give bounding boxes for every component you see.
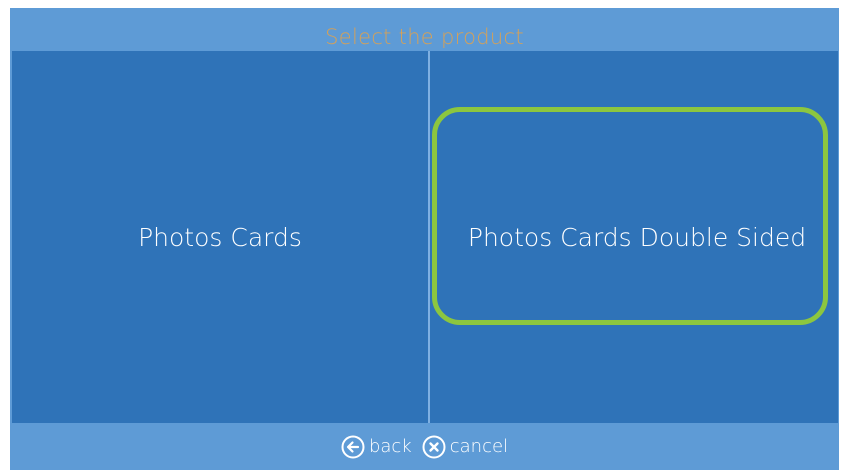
header: Select the product: [10, 8, 839, 51]
cancel-button[interactable]: cancel: [422, 435, 508, 459]
product-tile-photos-cards[interactable]: Photos Cards: [12, 51, 430, 423]
back-button[interactable]: back: [341, 435, 412, 459]
back-arrow-icon: [341, 435, 365, 459]
page-title: Select the product: [325, 25, 524, 49]
close-icon: [422, 435, 446, 459]
kiosk-screen: Select the product Photos Cards Photos C…: [10, 8, 839, 470]
footer-nav: back cancel: [10, 423, 839, 470]
product-tile-photos-cards-double-sided[interactable]: Photos Cards Double Sided: [430, 51, 838, 423]
selection-highlight: [432, 107, 828, 325]
product-label: Photos Cards Double Sided: [467, 222, 807, 252]
product-tiles: Photos Cards Photos Cards Double Sided: [12, 51, 838, 423]
cancel-label: cancel: [449, 436, 509, 457]
back-label: back: [368, 436, 412, 457]
product-label: Photos Cards: [138, 222, 302, 252]
